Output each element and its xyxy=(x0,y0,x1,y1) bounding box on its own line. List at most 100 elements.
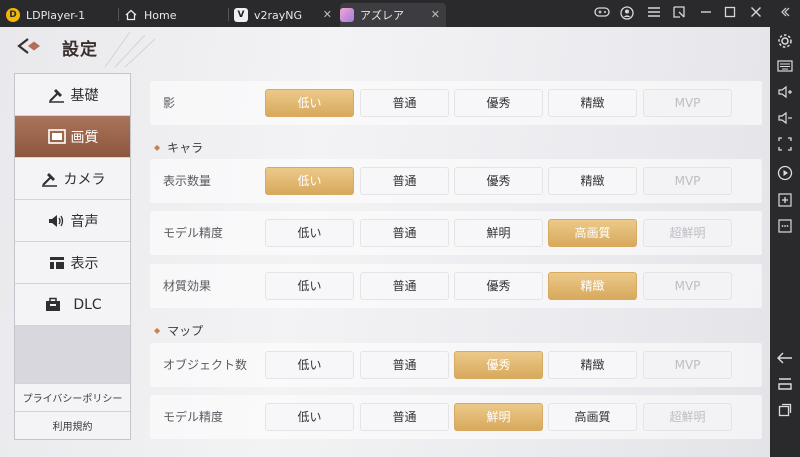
game-screen: 設定 基礎 画質 カメラ 音声 表示 DLC プライバシーポリシー 利用規約 影… xyxy=(0,27,770,457)
nav-label: カメラ xyxy=(63,171,106,188)
home-button-icon[interactable] xyxy=(776,377,794,395)
settings-nav: 基礎 画質 カメラ 音声 表示 DLC プライバシーポリシー 利用規約 xyxy=(14,73,131,440)
nav-item-audio[interactable]: 音声 xyxy=(15,200,130,242)
nav-item-display[interactable]: 表示 xyxy=(15,242,130,284)
option-button[interactable]: 高画質 xyxy=(548,219,637,247)
section-header-character: ◆ キャラ xyxy=(154,138,203,156)
tab-home[interactable]: Home xyxy=(124,3,224,27)
section-header-map: ◆ マップ xyxy=(154,321,203,339)
speaker-icon xyxy=(47,213,67,229)
nav-label: 音声 xyxy=(70,213,99,230)
option-button[interactable]: 普通 xyxy=(360,89,449,117)
account-icon[interactable] xyxy=(619,6,635,22)
more-options-icon[interactable] xyxy=(776,219,794,237)
option-button[interactable]: 高画質 xyxy=(548,403,637,431)
option-button[interactable]: 優秀 xyxy=(454,351,543,379)
option-button[interactable]: 普通 xyxy=(360,219,449,247)
header-ornament-icon xyxy=(104,31,156,68)
close-window-icon[interactable] xyxy=(748,6,764,22)
option-button[interactable]: 優秀 xyxy=(454,167,543,195)
menu-icon[interactable] xyxy=(646,6,662,22)
privacy-policy-link[interactable]: プライバシーポリシー xyxy=(15,383,130,411)
option-button[interactable]: 精緻 xyxy=(548,89,637,117)
tab-azurea[interactable]: アズレア ✕ xyxy=(340,3,446,27)
nav-label: 表示 xyxy=(70,255,99,272)
screenshot-icon[interactable] xyxy=(776,137,794,155)
setting-row-display-count: 表示数量 低い 普通 優秀 精緻 MVP xyxy=(150,159,762,203)
tab-label: LDPlayer-1 xyxy=(26,8,86,22)
maximize-icon[interactable] xyxy=(722,6,738,22)
tab-label: v2rayNG xyxy=(254,8,303,22)
option-button[interactable]: 優秀 xyxy=(454,272,543,300)
minimize-icon[interactable] xyxy=(698,6,714,22)
ldplayer-logo-icon: D xyxy=(6,8,20,22)
setting-row-shadow: 影 低い 普通 優秀 精緻 MVP xyxy=(150,81,762,125)
option-button[interactable]: MVP xyxy=(643,167,732,195)
page-title: 設定 xyxy=(62,40,98,60)
option-button[interactable]: 鮮明 xyxy=(454,403,543,431)
option-button[interactable]: 普通 xyxy=(360,272,449,300)
install-apk-icon[interactable] xyxy=(776,193,794,211)
expand-sidebar-icon[interactable] xyxy=(776,6,792,22)
tab-v2rayng[interactable]: V v2rayNG ✕ xyxy=(234,3,338,27)
option-button[interactable]: 低い xyxy=(265,272,354,300)
game-app-icon xyxy=(340,8,354,22)
diamond-bullet-icon: ◆ xyxy=(154,142,161,152)
setting-row-material-effect: 材質効果 低い 普通 優秀 精緻 MVP xyxy=(150,264,762,308)
settings-gear-icon[interactable] xyxy=(776,33,794,51)
volume-up-icon[interactable] xyxy=(776,85,794,103)
option-button[interactable]: 低い xyxy=(265,89,354,117)
camera-icon xyxy=(40,171,60,187)
nav-label: 画質 xyxy=(70,129,99,146)
tab-ldplayer[interactable]: D LDPlayer-1 xyxy=(6,3,116,27)
nav-item-graphics[interactable]: 画質 xyxy=(15,116,130,158)
record-icon[interactable] xyxy=(776,165,794,183)
option-button[interactable]: 精緻 xyxy=(548,351,637,379)
option-button[interactable]: 低い xyxy=(265,403,354,431)
option-button[interactable]: 普通 xyxy=(360,351,449,379)
shrink-window-icon[interactable] xyxy=(671,6,687,22)
picture-frame-icon xyxy=(47,129,67,145)
setting-label: モデル精度 xyxy=(163,410,224,424)
volume-down-icon[interactable] xyxy=(776,111,794,129)
option-button[interactable]: 精緻 xyxy=(548,167,637,195)
setting-label: 材質効果 xyxy=(163,279,212,293)
setting-label: モデル精度 xyxy=(163,226,224,240)
back-button[interactable] xyxy=(16,37,42,55)
option-button[interactable]: 普通 xyxy=(360,167,449,195)
option-button[interactable]: MVP xyxy=(643,351,732,379)
option-button[interactable]: 低い xyxy=(265,167,354,195)
bag-icon xyxy=(43,297,63,313)
option-button[interactable]: 低い xyxy=(265,219,354,247)
emulator-title-bar: D LDPlayer-1 Home V v2rayNG ✕ アズレア ✕ xyxy=(0,0,800,27)
gamepad-icon[interactable] xyxy=(594,6,610,22)
nav-item-dlc[interactable]: DLC xyxy=(15,284,130,326)
terms-link[interactable]: 利用規約 xyxy=(15,411,130,439)
back-arrow-icon[interactable] xyxy=(776,351,794,369)
option-button[interactable]: 低い xyxy=(265,351,354,379)
recent-apps-icon[interactable] xyxy=(776,403,794,421)
option-button[interactable]: MVP xyxy=(643,272,732,300)
option-button[interactable]: 普通 xyxy=(360,403,449,431)
back-chevron-icon xyxy=(17,38,40,54)
option-button[interactable]: 優秀 xyxy=(454,89,543,117)
settings-header: 設定 xyxy=(0,27,770,69)
option-button[interactable]: 超鮮明 xyxy=(643,403,732,431)
option-button[interactable]: 超鮮明 xyxy=(643,219,732,247)
close-icon[interactable]: ✕ xyxy=(431,8,440,21)
option-button[interactable]: 精緻 xyxy=(548,272,637,300)
emulator-side-toolbar xyxy=(770,27,800,457)
close-icon[interactable]: ✕ xyxy=(323,8,332,21)
setting-row-object-count: オブジェクト数 低い 普通 優秀 精緻 MVP xyxy=(150,343,762,387)
nav-item-basic[interactable]: 基礎 xyxy=(15,74,130,116)
option-button[interactable]: MVP xyxy=(643,89,732,117)
hammer-icon xyxy=(47,87,67,103)
keyboard-icon[interactable] xyxy=(776,59,794,77)
nav-label: 基礎 xyxy=(70,87,99,104)
graphics-settings-panel: 影 低い 普通 優秀 精緻 MVP ◆ キャラ 表示数量 低い 普通 優秀 精緻 MVP モデル… xyxy=(150,73,762,457)
nav-item-camera[interactable]: カメラ xyxy=(15,158,130,200)
option-button[interactable]: 鮮明 xyxy=(454,219,543,247)
tab-label: アズレア xyxy=(360,9,404,22)
section-title: マップ xyxy=(167,323,204,338)
diamond-bullet-icon: ◆ xyxy=(154,325,161,335)
